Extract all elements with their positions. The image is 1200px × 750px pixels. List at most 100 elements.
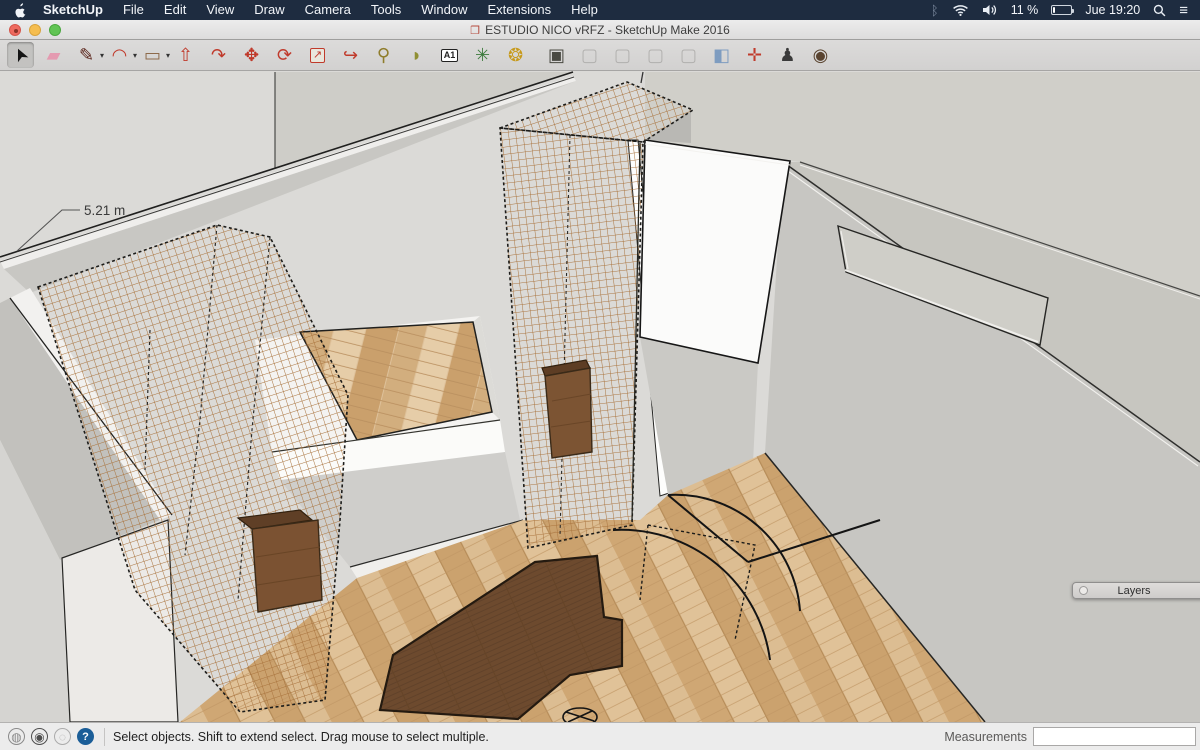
menu-tools[interactable]: Tools (361, 0, 411, 20)
move-tool[interactable]: ✥ (238, 42, 265, 68)
menu-extensions[interactable]: Extensions (477, 0, 561, 20)
text-icon: A1 (441, 49, 459, 62)
menu-file[interactable]: File (113, 0, 154, 20)
window-controls (9, 24, 61, 36)
bluetooth-icon[interactable]: ᛒ (931, 3, 939, 18)
axes-colored-icon: ✛ (747, 46, 762, 64)
apple-menu-icon[interactable] (14, 3, 27, 18)
status-bar: ◍◉◌? Select objects. Shift to extend sel… (0, 722, 1200, 750)
rotate-icon: ⟳ (277, 46, 292, 64)
push-pull-tool[interactable]: ⇧ (172, 42, 199, 68)
tool-palette: ➤▰✎▾◠▾▭▾⇧↷✥⟳↗↪⚲◗A1✳❂▣▢▢▢▢◧✛♟◉ (0, 40, 1200, 71)
x-ray-icon: ▣ (548, 46, 565, 64)
window-title-bar: ❐ ESTUDIO NICO vRFZ - SketchUp Make 2016 (0, 20, 1200, 40)
follow-me-tool[interactable]: ↷ (205, 42, 232, 68)
menu-draw[interactable]: Draw (244, 0, 294, 20)
offset-tool[interactable]: ↪ (337, 42, 364, 68)
model-viewport[interactable]: 5.21 m (0, 71, 1200, 722)
tape-measure-icon: ⚲ (377, 46, 390, 64)
axes-colored-tool[interactable]: ✛ (741, 42, 768, 68)
minimize-window-button[interactable] (29, 24, 41, 36)
eraser-tool[interactable]: ▰ (40, 42, 67, 68)
close-window-button[interactable] (9, 24, 21, 36)
credit-attribution-icon[interactable]: ◉ (31, 728, 48, 745)
macos-menu-bar: SketchUpFileEditViewDrawCameraToolsWindo… (0, 0, 1200, 20)
dimension-label: 5.21 m (84, 203, 125, 218)
rotate-tool[interactable]: ⟳ (271, 42, 298, 68)
dimensions-icon: ❂ (508, 46, 523, 64)
menu-edit[interactable]: Edit (154, 0, 196, 20)
line-dropdown-arrow[interactable]: ▾ (100, 51, 104, 60)
shaded-icon: ▢ (647, 46, 664, 64)
menu-sketchup[interactable]: SketchUp (33, 0, 113, 20)
push-pull-icon: ⇧ (178, 46, 193, 64)
menu-bar-clock[interactable]: Jue 19:20 (1085, 3, 1140, 17)
select-tool[interactable]: ➤ (7, 42, 34, 68)
window-title-row: ❐ ESTUDIO NICO vRFZ - SketchUp Make 2016 (0, 20, 1200, 40)
model-scene: 5.21 m (0, 71, 1200, 722)
layers-panel[interactable]: Layers (1072, 582, 1200, 599)
move-icon: ✥ (244, 46, 259, 64)
status-divider (104, 728, 105, 746)
scale-tool[interactable]: ↗ (304, 42, 331, 68)
measurements-label: Measurements (944, 730, 1027, 744)
shaded-textures-tool[interactable]: ▢ (675, 42, 702, 68)
arc-dropdown-arrow[interactable]: ▾ (133, 51, 137, 60)
rectangle-tool[interactable]: ▭▾ (139, 42, 166, 68)
wireframe-tool[interactable]: ▢ (576, 42, 603, 68)
volume-icon[interactable] (982, 4, 998, 16)
zoom-window-button[interactable] (49, 24, 61, 36)
wifi-icon[interactable] (952, 4, 969, 16)
rectangle-icon: ▭ (144, 46, 161, 64)
measurements-input[interactable] (1033, 727, 1196, 746)
eraser-icon: ▰ (47, 46, 61, 64)
sign-in-icon[interactable]: ◌ (54, 728, 71, 745)
hidden-line-tool[interactable]: ▢ (609, 42, 636, 68)
line-icon: ✎ (79, 46, 94, 64)
battery-tip (1072, 9, 1074, 13)
protractor-icon: ◗ (411, 46, 422, 64)
spotlight-search-icon[interactable] (1153, 4, 1166, 17)
follow-me-icon: ↷ (211, 46, 226, 64)
shaded-textures-icon: ▢ (680, 46, 697, 64)
monochrome-tool[interactable]: ◧ (708, 42, 735, 68)
shaded-tool[interactable]: ▢ (642, 42, 669, 68)
look-around-tool[interactable]: ◉ (807, 42, 834, 68)
menu-window[interactable]: Window (411, 0, 477, 20)
menu-help[interactable]: Help (561, 0, 608, 20)
arc-icon: ◠ (112, 46, 128, 64)
menu-view[interactable]: View (196, 0, 244, 20)
walk-icon: ♟ (779, 46, 795, 64)
offset-icon: ↪ (343, 46, 358, 64)
rectangle-dropdown-arrow[interactable]: ▾ (166, 51, 170, 60)
notification-center-icon[interactable]: ≡ (1179, 2, 1188, 19)
text-tool[interactable]: A1 (436, 42, 463, 68)
battery-fill (1053, 7, 1055, 13)
geolocation-icon[interactable]: ◍ (8, 728, 25, 745)
tape-measure-tool[interactable]: ⚲ (370, 42, 397, 68)
menu-bar-status-cluster: ᛒ 11 % Jue 19:20 ≡ (931, 2, 1200, 19)
layers-panel-title: Layers (1073, 585, 1195, 597)
hidden-line-icon: ▢ (614, 46, 631, 64)
look-around-icon: ◉ (813, 46, 829, 64)
window-title: ESTUDIO NICO vRFZ - SketchUp Make 2016 (485, 23, 730, 37)
apple-logo-glyph (14, 3, 27, 18)
axes-tool[interactable]: ✳ (469, 42, 496, 68)
line-tool[interactable]: ✎▾ (73, 42, 100, 68)
scale-icon: ↗ (310, 48, 325, 63)
help-icon[interactable]: ? (77, 728, 94, 745)
x-ray-tool[interactable]: ▣ (543, 42, 570, 68)
menu-items: SketchUpFileEditViewDrawCameraToolsWindo… (33, 0, 608, 20)
sketchup-document-icon: ❐ (470, 24, 480, 37)
protractor-tool[interactable]: ◗ (403, 42, 430, 68)
wireframe-icon: ▢ (581, 46, 598, 64)
monochrome-icon: ◧ (713, 46, 730, 64)
select-icon: ➤ (9, 44, 32, 65)
battery-percent-label: 11 % (1011, 3, 1039, 17)
dimensions-tool[interactable]: ❂ (502, 42, 529, 68)
menu-camera[interactable]: Camera (295, 0, 361, 20)
arc-tool[interactable]: ◠▾ (106, 42, 133, 68)
walk-tool[interactable]: ♟ (774, 42, 801, 68)
battery-icon (1051, 5, 1072, 15)
measurements-group: Measurements (944, 727, 1200, 746)
